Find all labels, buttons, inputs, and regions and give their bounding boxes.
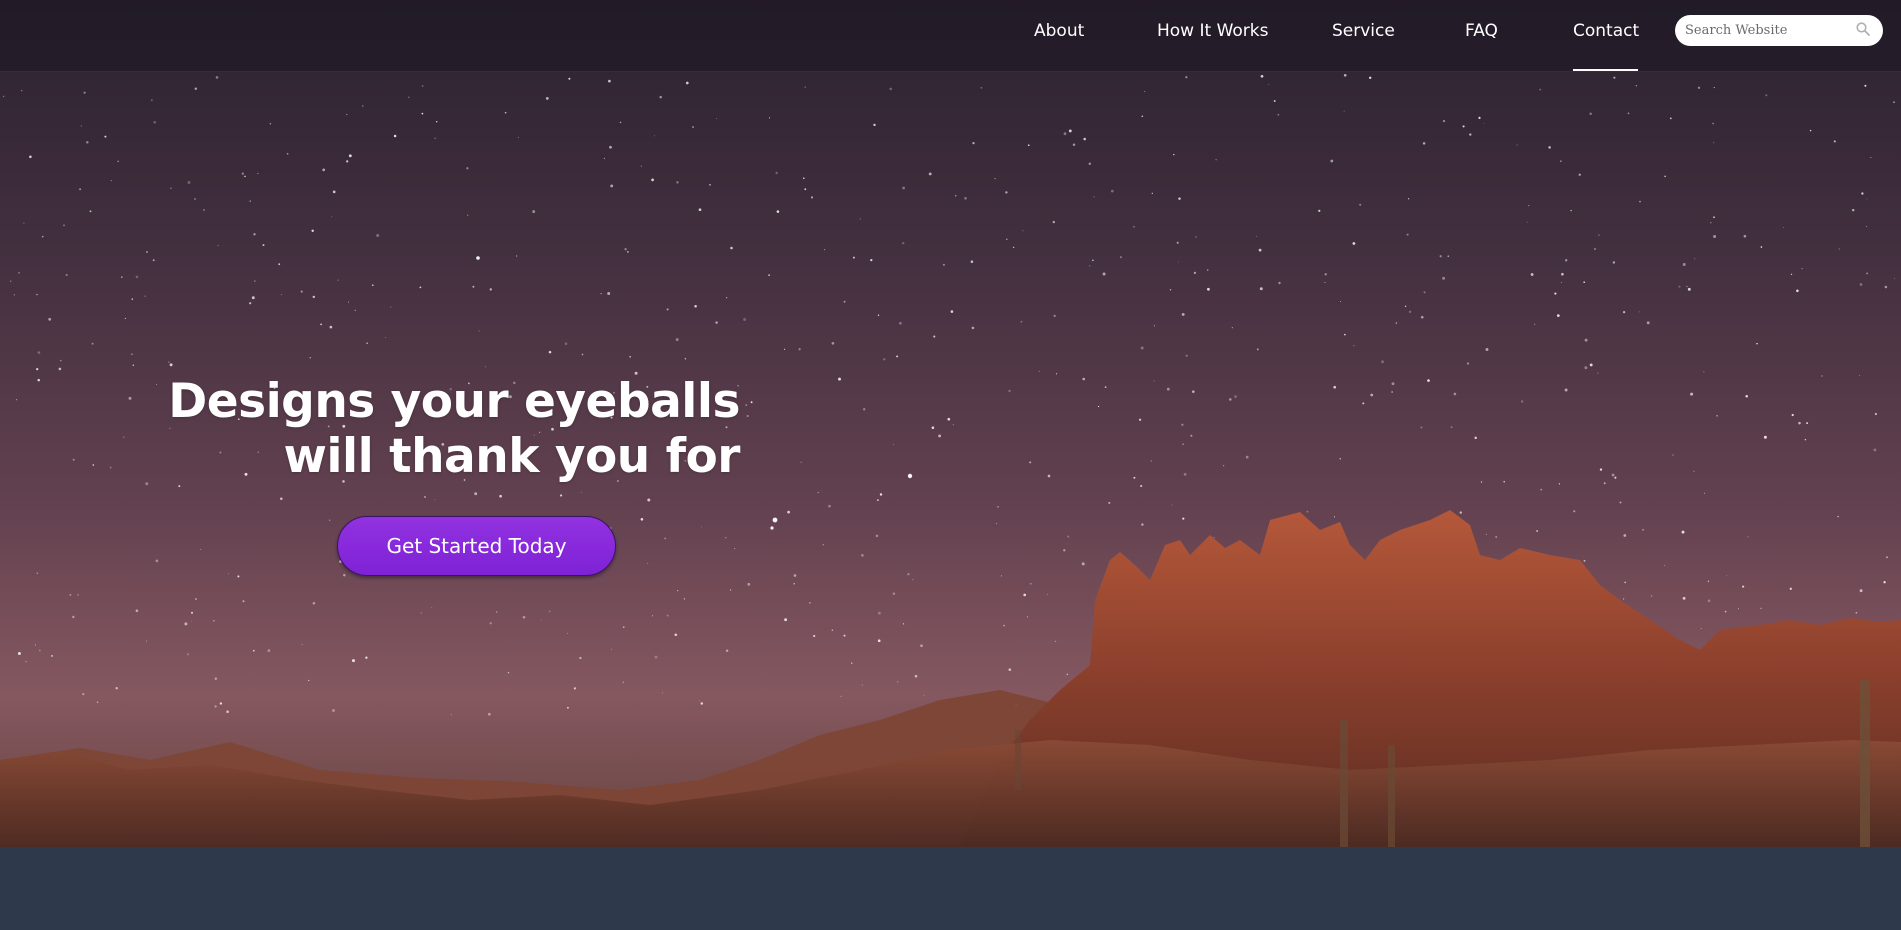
active-nav-underline <box>1573 69 1638 71</box>
search-input[interactable] <box>1685 20 1851 41</box>
nav-item-contact[interactable]: Contact <box>1573 19 1639 43</box>
nav-item-about[interactable]: About <box>1034 19 1084 43</box>
nav-item-faq[interactable]: FAQ <box>1465 19 1498 43</box>
hero-headline-line-2: will thank you for <box>283 429 740 484</box>
get-started-button[interactable]: Get Started Today <box>337 516 616 576</box>
hero-headline-line-1: Designs your eyeballs <box>168 374 740 429</box>
next-section-band <box>0 847 1901 930</box>
hero-headline: Designs your eyeballs will thank you for <box>150 374 740 484</box>
nav-item-service[interactable]: Service <box>1332 19 1395 43</box>
top-navbar: About How It Works Service FAQ Contact <box>0 0 1901 72</box>
page: About How It Works Service FAQ Contact D… <box>0 0 1901 930</box>
search-icon[interactable] <box>1855 21 1871 37</box>
nav-item-how-it-works[interactable]: How It Works <box>1157 19 1268 43</box>
search-box <box>1675 15 1883 46</box>
